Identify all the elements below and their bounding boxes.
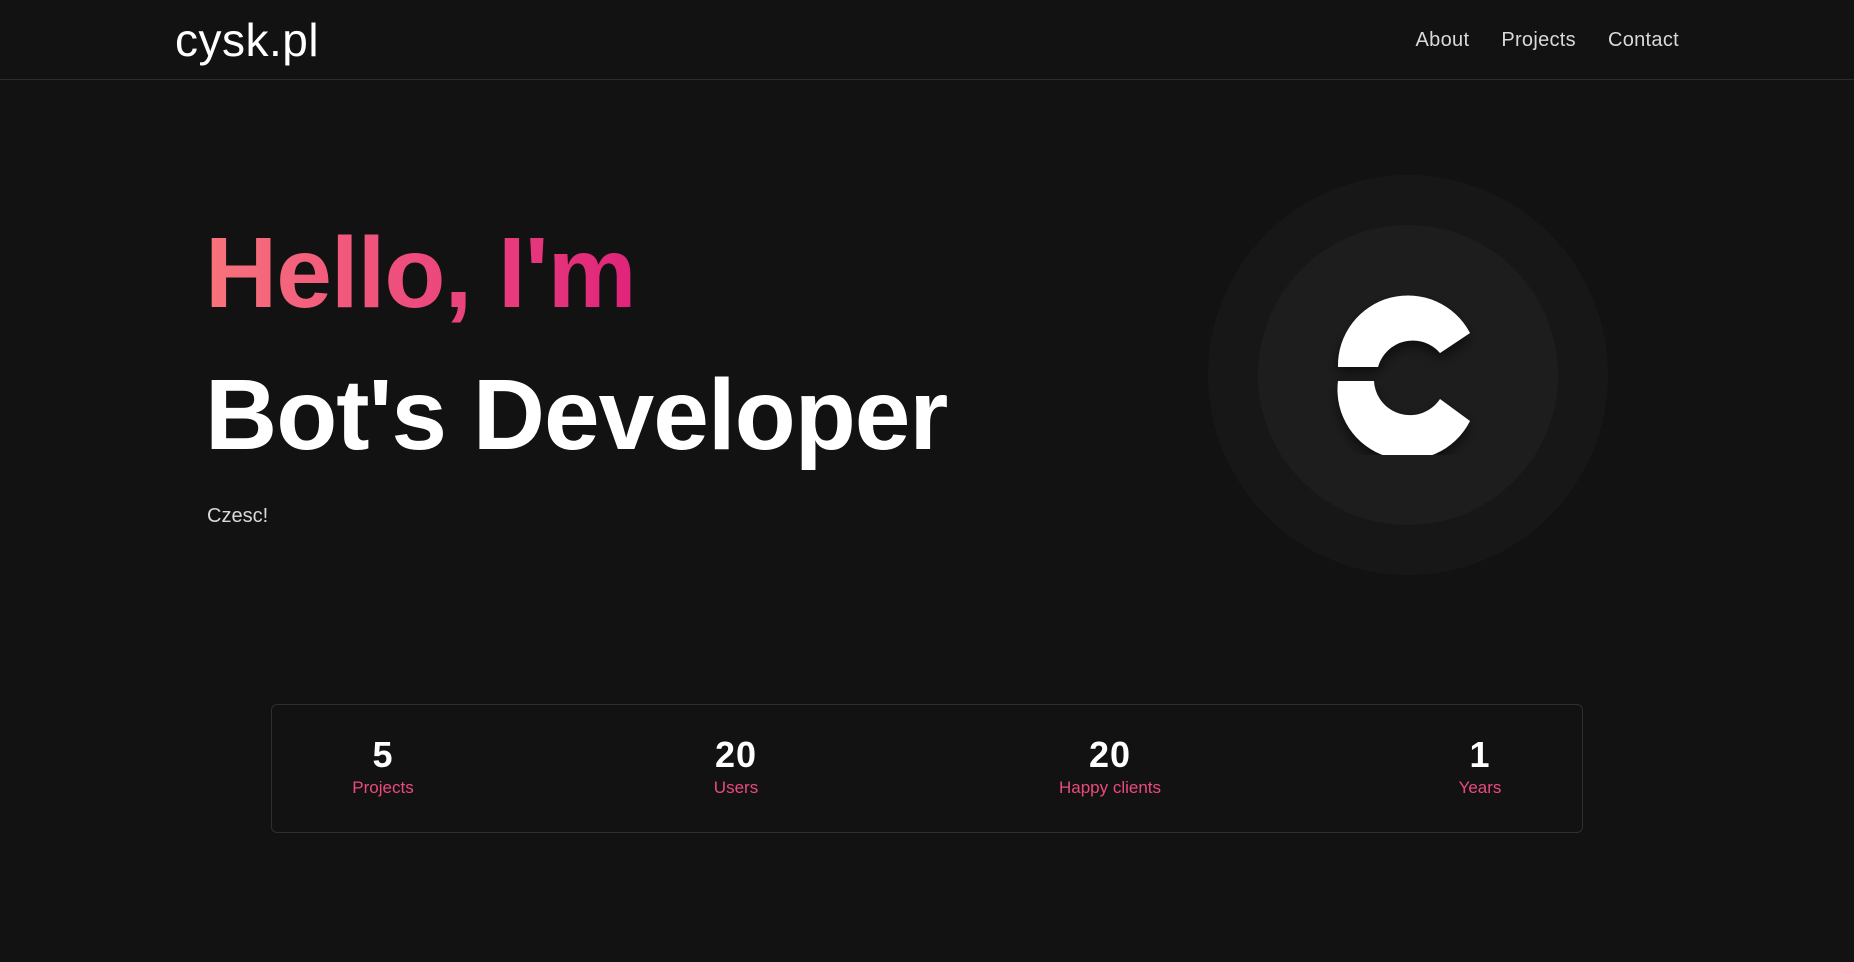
nav-link-projects[interactable]: Projects	[1501, 26, 1576, 54]
stat-value: 5	[372, 734, 394, 775]
hero-role-title: Bot's Developer	[205, 359, 948, 471]
stat-value: 20	[1088, 734, 1132, 775]
top-navbar: cysk.pl About Projects Contact	[0, 0, 1854, 80]
nav-link-about[interactable]: About	[1416, 26, 1470, 54]
stat-users: 20 Users	[714, 735, 758, 799]
stat-label: Users	[713, 778, 759, 797]
page: cysk.pl About Projects Contact Hello, I'…	[0, 0, 1854, 962]
stats-panel: 5 Projects 20 Users 20 Happy clients 1 Y…	[271, 704, 1583, 833]
stat-value: 20	[714, 734, 758, 775]
main-nav: About Projects Contact	[1416, 26, 1679, 54]
stat-label: Projects	[352, 778, 414, 797]
stat-label: Years	[1458, 778, 1502, 797]
stat-label: Happy clients	[1058, 778, 1162, 797]
c-logo-icon	[1337, 295, 1470, 455]
stat-value: 1	[1469, 734, 1491, 775]
hero-subtitle: Czesc!	[207, 505, 269, 527]
nav-link-contact[interactable]: Contact	[1608, 26, 1679, 54]
stat-years: 1 Years	[1459, 735, 1502, 799]
brand-logo-link[interactable]: cysk.pl	[175, 14, 319, 66]
stat-happy-clients: 20 Happy clients	[1059, 735, 1161, 799]
hero-greeting: Hello, I'm	[205, 217, 637, 329]
stat-projects: 5 Projects	[352, 735, 413, 799]
